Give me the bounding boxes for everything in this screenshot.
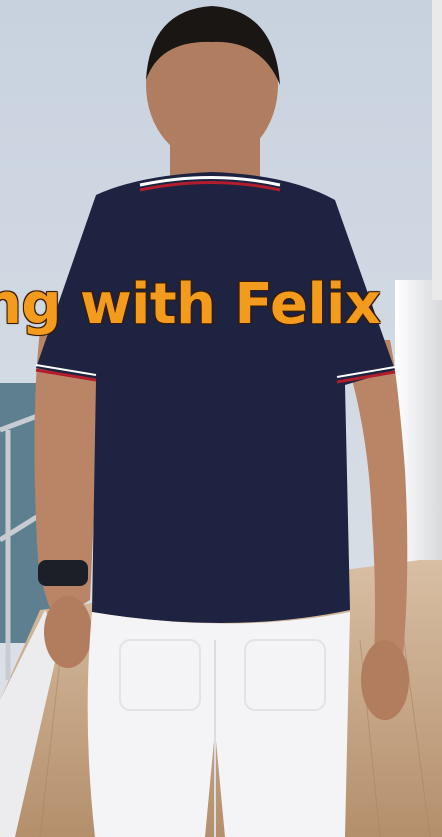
video-caption: ng with Felix xyxy=(0,272,381,337)
scene-photo xyxy=(0,0,442,837)
video-frame: ng with Felix xyxy=(0,0,442,837)
wristwatch xyxy=(38,560,88,586)
